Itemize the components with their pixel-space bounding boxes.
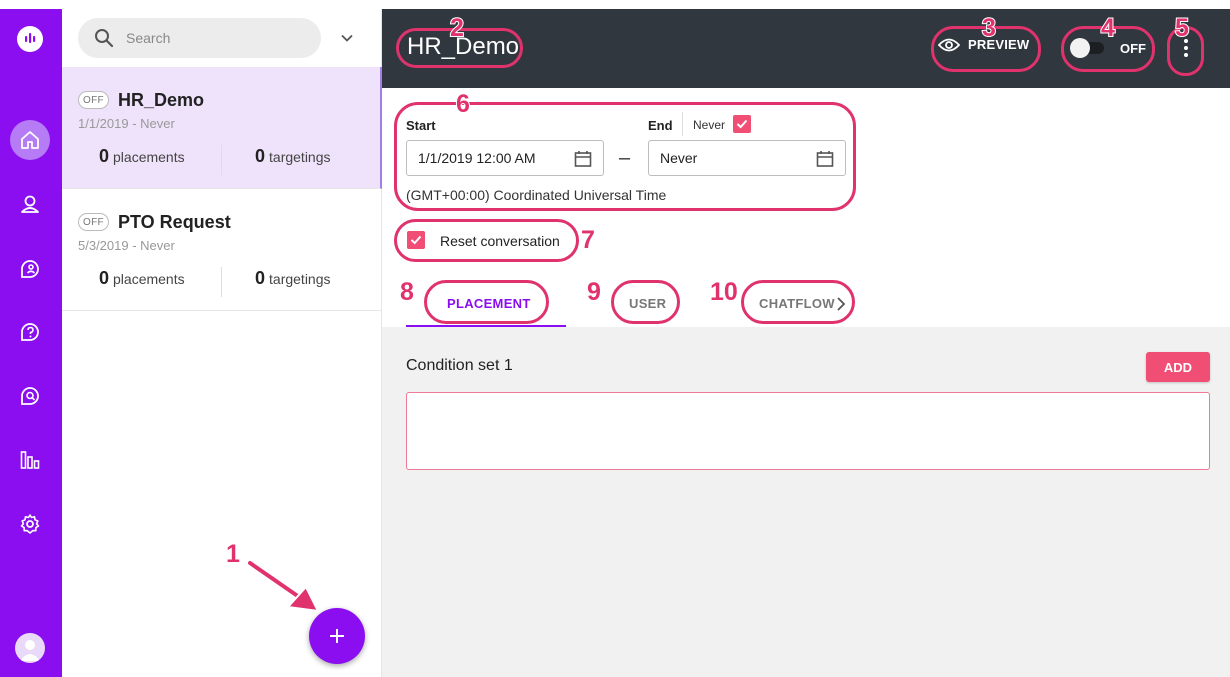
callout-number: 8 [399, 278, 415, 306]
chat-user-icon[interactable] [10, 248, 50, 288]
plus-icon [330, 629, 344, 643]
search-input[interactable] [126, 30, 296, 46]
status-badge: OFF [78, 91, 109, 109]
divider [221, 145, 222, 175]
add-button[interactable]: ADD [1146, 352, 1210, 382]
divider [221, 267, 222, 297]
content-area [382, 327, 1230, 677]
callout-highlight [394, 219, 579, 262]
avatar-icon[interactable] [15, 633, 45, 663]
chat-logo-icon[interactable] [15, 25, 45, 55]
status-badge: OFF [78, 213, 109, 231]
callout-number: 2 [449, 14, 465, 42]
user-icon[interactable] [10, 184, 50, 224]
condition-set-title: Condition set 1 [406, 357, 513, 374]
callout-number: 3 [981, 14, 997, 42]
chevron-down-icon[interactable] [338, 29, 356, 47]
callout-highlight [741, 280, 855, 324]
add-flow-button[interactable] [309, 608, 365, 664]
help-icon[interactable] [10, 312, 50, 352]
callout-highlight [394, 102, 856, 211]
list-item-pto-request[interactable]: OFF PTO Request 5/3/2019 - Never 0 placem… [62, 189, 382, 311]
callout-number: 9 [586, 278, 602, 306]
targetings-stat: 0 targetings [255, 146, 331, 166]
placements-stat: 0 placements [99, 268, 185, 288]
home-icon[interactable] [10, 120, 50, 160]
targetings-stat: 0 targetings [255, 268, 331, 288]
callout-number: 6 [455, 90, 471, 118]
placements-stat: 0 placements [99, 146, 185, 166]
analytics-icon[interactable] [10, 440, 50, 480]
item-dates: 1/1/2019 - Never [78, 116, 175, 131]
callout-number: 7 [580, 226, 596, 254]
item-name: PTO Request [118, 212, 231, 232]
callout-highlight [611, 280, 680, 324]
search-chat-icon[interactable] [10, 376, 50, 416]
callout-highlight [424, 280, 549, 324]
search-box[interactable] [78, 18, 321, 58]
callout-number: 4 [1100, 14, 1116, 42]
search-icon [95, 29, 114, 48]
item-dates: 5/3/2019 - Never [78, 238, 175, 253]
list-item-hr-demo[interactable]: OFF HR_Demo 1/1/2019 - Never 0 placements… [62, 67, 382, 189]
flow-list-panel: OFF HR_Demo 1/1/2019 - Never 0placements… [62, 9, 382, 677]
callout-number: 10 [709, 278, 739, 306]
callout-number: 5 [1174, 14, 1190, 42]
callout-arrow-icon [246, 559, 319, 612]
callout-number: 1 [225, 540, 241, 568]
condition-set-box[interactable] [406, 392, 1210, 470]
settings-icon[interactable] [10, 504, 50, 544]
item-name: HR_Demo [118, 90, 205, 110]
left-nav-rail [0, 9, 62, 677]
